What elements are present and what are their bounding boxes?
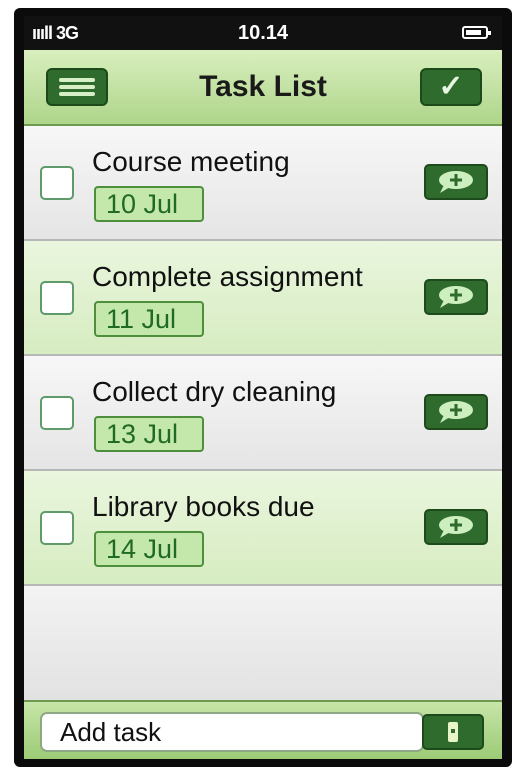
empty-list-area: [24, 586, 502, 700]
task-list: Course meeting 10 Jul Complete assignmen…: [24, 126, 502, 586]
task-title: Collect dry cleaning: [92, 376, 337, 407]
status-bar: ıııll 3G 10.14: [24, 16, 502, 50]
task-title: Library books due: [92, 491, 315, 522]
add-note-button[interactable]: [424, 279, 488, 315]
speech-bubble-add-icon: [439, 401, 473, 423]
task-title: Course meeting: [92, 146, 290, 177]
add-task-icon: [448, 722, 458, 742]
add-note-button[interactable]: [424, 164, 488, 200]
speech-bubble-add-icon: [439, 171, 473, 193]
task-row[interactable]: Library books due 14 Jul: [24, 471, 502, 586]
done-button[interactable]: ✓: [420, 68, 482, 106]
speech-bubble-add-icon: [439, 286, 473, 308]
status-time: 10.14: [237, 22, 289, 44]
task-checkbox[interactable]: [40, 396, 74, 430]
task-date[interactable]: 13 Jul: [94, 416, 204, 452]
task-date[interactable]: 14 Jul: [94, 531, 204, 567]
add-note-button[interactable]: [424, 394, 488, 430]
task-row[interactable]: Collect dry cleaning 13 Jul: [24, 356, 502, 471]
task-checkbox[interactable]: [40, 281, 74, 315]
speech-bubble-add-icon: [439, 516, 473, 538]
task-checkbox[interactable]: [40, 511, 74, 545]
add-task-button[interactable]: [422, 714, 484, 750]
add-note-button[interactable]: [424, 509, 488, 545]
checkmark-icon: ✓: [438, 70, 464, 103]
screen: ıııll 3G 10.14 Task List ✓ Course meetin…: [24, 16, 502, 759]
phone-frame: ıııll 3G 10.14 Task List ✓ Course meetin…: [14, 8, 512, 767]
battery-icon: [462, 26, 491, 39]
nav-bar: Task List ✓: [24, 50, 502, 126]
task-title: Complete assignment: [92, 261, 363, 292]
task-row[interactable]: Course meeting 10 Jul: [24, 126, 502, 241]
bottom-bar: [24, 700, 502, 759]
task-row[interactable]: Complete assignment 11 Jul: [24, 241, 502, 356]
task-date[interactable]: 11 Jul: [94, 301, 204, 337]
add-task-input[interactable]: [40, 712, 424, 752]
task-date[interactable]: 10 Jul: [94, 186, 204, 222]
task-checkbox[interactable]: [40, 166, 74, 200]
